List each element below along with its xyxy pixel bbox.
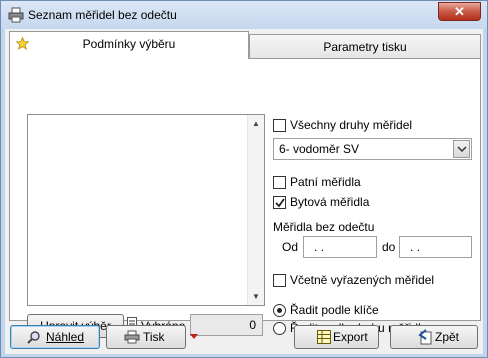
preview-label: Náhled	[46, 330, 85, 344]
date-from-input[interactable]: . .	[303, 236, 377, 258]
date-from-label: Od	[282, 240, 299, 254]
date-to-label: do	[382, 240, 396, 254]
include-removed-label: Včetně vyřazených měřidel	[290, 273, 435, 287]
scroll-up-icon[interactable]: ▲	[252, 119, 260, 128]
meter-type-select[interactable]: 6- vodoměr SV	[273, 138, 472, 160]
vertical-scrollbar[interactable]: ▲ ▼	[247, 115, 264, 305]
tab-print-parameters[interactable]: Parametry tisku	[249, 34, 481, 59]
heel-meters-checkbox[interactable]	[273, 176, 286, 189]
meter-type-value: 6- vodoměr SV	[279, 142, 360, 156]
sort-by-key-radio[interactable]	[273, 304, 286, 317]
tab-selection-conditions[interactable]: Podmínky výběru	[9, 31, 249, 59]
include-removed-checkbox[interactable]	[273, 274, 286, 287]
sort-by-key-label: Řadit podle klíče	[290, 303, 379, 317]
magnifier-icon	[27, 331, 40, 344]
dialog-client: Podmínky výběru Parametry tisku ▲ ▼ Upra…	[5, 29, 483, 354]
window-title: Seznam měřidel bez odečtu	[28, 8, 177, 22]
sort-by-type-radio[interactable]	[273, 322, 286, 335]
radio-selected-dot	[277, 308, 282, 313]
date-from-value: . .	[314, 240, 325, 254]
selection-listbox[interactable]: ▲ ▼	[27, 114, 265, 306]
all-meter-types-checkbox[interactable]	[273, 119, 286, 132]
apartment-meters-label: Bytová měřidla	[290, 195, 370, 209]
back-label: Zpět	[435, 330, 460, 344]
date-to-value: . .	[410, 240, 421, 254]
selected-count-field: 0	[190, 314, 263, 336]
preview-button[interactable]: Náhled	[10, 325, 100, 349]
date-to-input[interactable]: . .	[399, 236, 472, 258]
dialog-window: Seznam měřidel bez odečtu ✕ Podmínky výb…	[0, 0, 488, 358]
scroll-down-icon[interactable]: ▼	[252, 292, 260, 301]
all-meter-types-label: Všechny druhy měřidel	[290, 118, 413, 132]
print-label: Tisk	[143, 330, 165, 344]
spreadsheet-icon	[317, 330, 331, 344]
print-options-arrow-icon[interactable]	[188, 326, 200, 348]
export-label: Export	[333, 330, 368, 344]
tab-label: Podmínky výběru	[82, 37, 176, 51]
printer-icon	[124, 330, 140, 344]
heel-meters-label: Patní měřidla	[290, 175, 361, 189]
back-button[interactable]: Zpět	[390, 325, 478, 349]
tab-label: Parametry tisku	[323, 40, 407, 54]
back-document-icon	[418, 329, 432, 345]
meter-type-dropdown-button[interactable]	[453, 140, 470, 158]
close-button[interactable]: ✕	[438, 2, 481, 21]
meters-without-reading-label: Měřidla bez odečtu	[273, 220, 375, 234]
chevron-down-icon	[457, 146, 467, 153]
selected-count-value: 0	[249, 318, 256, 332]
title-bar[interactable]: Seznam měřidel bez odečtu ✕	[1, 1, 487, 29]
checkmark-icon	[275, 198, 285, 208]
apartment-meters-checkbox[interactable]	[273, 196, 286, 209]
tab-page: ▲ ▼ Upravit výběr Vybráno 0 Všechny druh…	[9, 58, 481, 338]
export-button[interactable]: Export	[294, 325, 379, 349]
print-button[interactable]: Tisk	[106, 325, 186, 349]
printer-icon	[8, 7, 24, 23]
star-icon	[16, 37, 29, 50]
